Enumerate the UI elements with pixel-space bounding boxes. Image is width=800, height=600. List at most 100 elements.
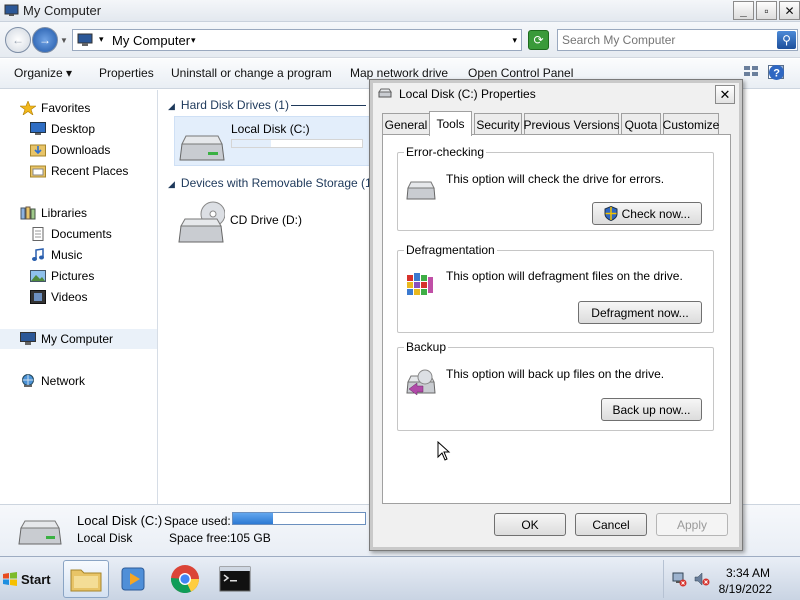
- help-button[interactable]: ?: [768, 64, 785, 84]
- defragmentation-group: Defragmentation This option will defragm…: [397, 243, 714, 333]
- navigation-pane: Favorites Desktop Downloads Recent Place…: [0, 90, 158, 504]
- sidebar-item-network[interactable]: Network: [0, 371, 157, 391]
- minimize-button[interactable]: _: [733, 1, 754, 20]
- recent-pages-dropdown[interactable]: ▼: [60, 36, 68, 45]
- explorer-titlebar: My Computer _ ▫ ✕: [0, 0, 800, 22]
- check-now-button[interactable]: Check now...: [592, 202, 702, 225]
- details-drive-name: Local Disk (C:): [77, 513, 163, 528]
- computer-icon: [4, 4, 19, 16]
- back-arrow-icon: ←: [12, 33, 24, 47]
- back-button[interactable]: ←: [5, 27, 31, 53]
- group-header-removable-storage[interactable]: ◢ Devices with Removable Storage (1): [168, 176, 376, 190]
- sidebar-item-libraries[interactable]: Libraries: [0, 203, 157, 223]
- dialog-titlebar[interactable]: Local Disk (C:) Properties ✕: [374, 82, 738, 106]
- ok-button[interactable]: OK: [494, 513, 566, 536]
- taskbar-command-prompt[interactable]: [212, 560, 258, 598]
- backup-icon: [406, 369, 436, 396]
- search-box[interactable]: ⚲: [557, 29, 798, 51]
- maximize-button[interactable]: ▫: [756, 1, 777, 20]
- sidebar-item-music[interactable]: Music: [0, 245, 157, 265]
- group-header-label: Hard Disk Drives (1): [180, 98, 289, 112]
- dialog-title: Local Disk (C:) Properties: [399, 87, 536, 101]
- group-description: This option will check the drive for err…: [446, 172, 665, 186]
- tab-tools[interactable]: Tools: [429, 111, 472, 136]
- address-bar: ← → ▼ ▾ My Computer ▾ ▾ ⟳ ⚲: [0, 22, 800, 58]
- sidebar-item-pictures[interactable]: Pictures: [0, 266, 157, 286]
- close-button[interactable]: ✕: [779, 1, 800, 20]
- organize-menu[interactable]: Organize ▾: [14, 66, 72, 80]
- star-icon: [19, 100, 37, 116]
- search-input[interactable]: [562, 32, 772, 48]
- space-free-value: 105 GB: [230, 531, 271, 545]
- group-header-hard-disk-drives[interactable]: ◢ Hard Disk Drives (1): [168, 98, 289, 112]
- volume-muted-icon[interactable]: [694, 571, 710, 587]
- group-header-label: Devices with Removable Storage (1): [180, 176, 376, 190]
- sidebar-label: Videos: [51, 290, 88, 304]
- tab-quota[interactable]: Quota: [621, 113, 661, 135]
- cd-drive-icon: [178, 201, 225, 243]
- forward-button[interactable]: →: [32, 27, 58, 53]
- properties-button[interactable]: Properties: [99, 66, 154, 80]
- dialog-close-button[interactable]: ✕: [715, 85, 735, 104]
- space-used-fill: [233, 513, 273, 524]
- chrome-icon: [171, 565, 199, 593]
- windows-logo-icon: [3, 572, 17, 586]
- window-title: My Computer: [23, 3, 102, 18]
- sidebar-item-documents[interactable]: Documents: [0, 224, 157, 244]
- open-control-panel-button[interactable]: Open Control Panel: [468, 66, 573, 80]
- group-description: This option will defragment files on the…: [446, 269, 683, 283]
- documents-icon: [30, 227, 46, 241]
- drive-tile-local-disk-c[interactable]: Local Disk (C:): [174, 116, 374, 166]
- uninstall-program-button[interactable]: Uninstall or change a program: [171, 66, 332, 80]
- media-player-icon: [121, 567, 145, 591]
- sidebar-item-downloads[interactable]: Downloads: [0, 140, 157, 160]
- defragment-now-button[interactable]: Defragment now...: [578, 301, 702, 324]
- drive-tile-cd-drive-d[interactable]: CD Drive (D:): [174, 198, 374, 248]
- view-options-button[interactable]: [744, 65, 758, 80]
- network-disconnected-icon[interactable]: [671, 571, 687, 587]
- tab-customize[interactable]: Customize: [663, 113, 719, 135]
- shield-icon: [604, 206, 618, 221]
- sidebar-item-videos[interactable]: Videos: [0, 287, 157, 307]
- sidebar-item-desktop[interactable]: Desktop: [0, 119, 157, 139]
- address-box[interactable]: ▾ My Computer ▾ ▾: [72, 29, 522, 51]
- breadcrumb-arrow[interactable]: ▾: [191, 35, 196, 46]
- sidebar-label: My Computer: [41, 332, 114, 346]
- collapse-triangle-icon: ◢: [168, 101, 175, 111]
- search-icon[interactable]: ⚲: [777, 31, 796, 49]
- map-network-drive-button[interactable]: Map network drive: [350, 66, 448, 80]
- address-dropdown[interactable]: ▾: [512, 35, 517, 46]
- music-icon: [30, 248, 46, 262]
- taskbar-chrome[interactable]: [162, 560, 208, 598]
- sidebar-label: Favorites: [41, 101, 91, 115]
- sidebar-label: Pictures: [51, 269, 95, 283]
- clock-date[interactable]: 8/19/2022: [719, 582, 772, 596]
- drive-icon: [378, 88, 392, 98]
- start-button[interactable]: Start: [2, 567, 54, 591]
- back-up-now-button[interactable]: Back up now...: [601, 398, 702, 421]
- recent-places-icon: [30, 164, 46, 178]
- cancel-button[interactable]: Cancel: [575, 513, 647, 536]
- computer-icon: [77, 33, 93, 46]
- group-title: Error-checking: [404, 145, 487, 159]
- breadcrumb-my-computer[interactable]: My Computer: [112, 33, 190, 48]
- apply-button[interactable]: Apply: [656, 513, 728, 536]
- pictures-icon: [30, 269, 46, 283]
- clock-time[interactable]: 3:34 AM: [726, 566, 770, 580]
- breadcrumb-separator[interactable]: ▾: [99, 34, 104, 45]
- mouse-cursor-icon: [437, 441, 451, 461]
- tab-security[interactable]: Security: [474, 113, 522, 135]
- taskbar-explorer[interactable]: [63, 560, 109, 598]
- sidebar-label: Desktop: [51, 122, 96, 136]
- details-drive-type: Local Disk: [77, 531, 133, 545]
- sidebar-item-favorites[interactable]: Favorites: [0, 98, 157, 118]
- hard-disk-icon: [179, 135, 225, 161]
- defragment-icon: [407, 273, 433, 295]
- refresh-button[interactable]: ⟳: [528, 30, 549, 50]
- sidebar-item-recent-places[interactable]: Recent Places: [0, 161, 157, 181]
- tab-previous-versions[interactable]: Previous Versions: [523, 113, 620, 135]
- folder-icon: [70, 569, 102, 592]
- sidebar-item-my-computer[interactable]: My Computer: [0, 329, 157, 349]
- taskbar-media-player[interactable]: [111, 560, 157, 598]
- tab-general[interactable]: General: [382, 113, 430, 135]
